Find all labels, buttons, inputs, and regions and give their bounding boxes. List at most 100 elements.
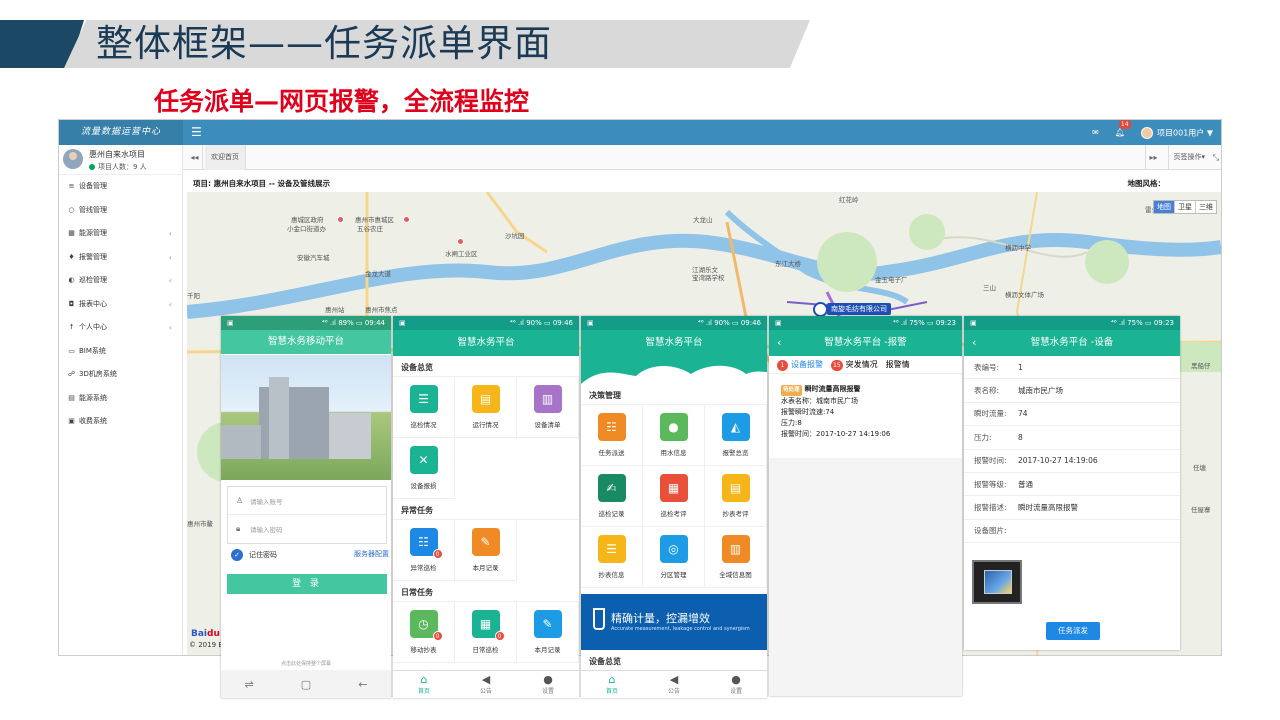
field-label: 表名称: xyxy=(974,386,1000,396)
feature-tile[interactable]: ✍ 巡检记录 xyxy=(581,466,643,527)
fullscreen-icon[interactable]: ⤡ xyxy=(1213,145,1219,170)
bottom-nav-item[interactable]: ◀ 公告 xyxy=(455,671,517,698)
sidebar-item[interactable]: ♦ 报警管理 ‹ xyxy=(59,246,182,270)
bell-icon[interactable]: 🔔︎ 14 xyxy=(1115,120,1131,137)
alarm-detail-line: 压力:8 xyxy=(781,419,802,427)
map-type-option[interactable]: 卫星 xyxy=(1174,201,1195,213)
map-pin-icon[interactable] xyxy=(337,216,344,223)
alarm-card[interactable]: 待处理 瞬时流量高限报警 水表名称：城南市民广场 报警瞬时流速:74 压力:8 报警时间… xyxy=(775,380,956,444)
bottom-nav-item[interactable]: ◀ 公告 xyxy=(643,671,705,698)
feature-tile[interactable]: ▦ 巡检考评 xyxy=(643,466,705,527)
bottom-nav-item[interactable]: ⌂ 首页 xyxy=(581,671,643,698)
glyph-icon: ▦ xyxy=(479,617,492,631)
feature-tile[interactable]: ▦ 0 日常巡检 xyxy=(455,602,517,663)
status-bar: ▣ ⁴⁶ .ıl 75% ▭ 09:23 xyxy=(769,316,962,330)
device-field-row: 瞬时流量: 74 xyxy=(964,403,1180,427)
remember-password-checkbox[interactable]: ✓ 记住密码 xyxy=(231,549,277,561)
sidebar-item[interactable]: ▦ 能源管理 ‹ xyxy=(59,222,182,246)
sidebar-item[interactable]: ☨ 个人中心 ‹ xyxy=(59,316,182,340)
sidebar-item[interactable]: ◐ 巡检管理 ‹ xyxy=(59,269,182,293)
alarm-tab[interactable]: 报警情 xyxy=(886,359,910,370)
sidebar-item[interactable]: ▤ 能源系统 xyxy=(59,387,182,411)
alarm-tab[interactable]: 15 突发情况 xyxy=(831,359,878,371)
sidebar-item[interactable]: ○ 管线管理 xyxy=(59,199,182,223)
feature-tile[interactable]: ▥ 设备清单 xyxy=(517,377,579,438)
home-icon[interactable]: ▢ xyxy=(301,678,311,691)
feature-tile[interactable]: ▥ 全域信息图 xyxy=(705,527,767,588)
top-header: 流量数据运营中心 ☰ ✉ 🔔︎ 14 项目001用户 ▼ xyxy=(59,120,1221,145)
pending-tag: 待处理 xyxy=(781,385,802,396)
back-arrow-icon[interactable]: ‹ xyxy=(972,330,976,356)
feature-icon: ☷ 0 xyxy=(409,528,443,559)
tab-next-button[interactable]: ▸▸ xyxy=(1145,145,1161,170)
feature-icon: ☰ xyxy=(409,385,438,413)
map-type-option[interactable]: 地图 xyxy=(1154,201,1174,213)
bottom-nav-item[interactable]: ● 设置 xyxy=(517,671,579,698)
map-label: 横沥文体广场 xyxy=(1005,291,1044,299)
feature-tile[interactable]: ☷ 任务派送 xyxy=(581,405,643,466)
user-menu[interactable]: 项目001用户 ▼ xyxy=(1141,126,1213,139)
feature-tile[interactable]: ◎ 分区管理 xyxy=(643,527,705,588)
feature-tile[interactable]: ▤ 运行情况 xyxy=(455,377,517,438)
feature-icon: ✍ xyxy=(597,474,626,502)
feature-tile[interactable]: ◷ 0 移动抄表 xyxy=(393,602,455,663)
lock-icon: 🔒︎ xyxy=(236,524,241,533)
section-title: 日常任务 xyxy=(401,588,433,597)
map-type-option[interactable]: 三维 xyxy=(1195,201,1216,213)
sidebar-item[interactable]: ◘ 报表中心 ‹ xyxy=(59,293,182,317)
count-badge: 0 xyxy=(432,631,443,641)
feature-tile[interactable]: ☰ 巡检情况 xyxy=(393,377,455,438)
company-marker[interactable]: 南旋毛纺有限公司 xyxy=(813,302,891,317)
bottom-nav-item[interactable]: ⌂ 首页 xyxy=(393,671,455,698)
feature-tile[interactable]: ☷ 0 异常巡检 xyxy=(393,520,455,581)
server-config-link[interactable]: 服务器配置 xyxy=(354,549,389,559)
login-button[interactable]: 登 录 xyxy=(227,574,387,594)
sidebar-item[interactable]: ▣ 收费系统 xyxy=(59,410,182,434)
nav-icon: ◀ xyxy=(481,673,491,686)
mail-icon[interactable]: ✉ xyxy=(1092,128,1099,137)
back-arrow-icon[interactable]: ‹ xyxy=(777,330,781,356)
feature-icon: ☷ xyxy=(597,413,626,441)
glyph-icon: ▥ xyxy=(729,542,742,556)
status-bar: ▣ ⁴⁶ .ıl 89% ▭ 09:44 xyxy=(221,316,391,330)
device-photo[interactable] xyxy=(972,560,1022,604)
status-bar: ▣ ⁴⁶ .ıl 90% ▭ 09:46 xyxy=(393,316,579,330)
feature-tile[interactable]: ✎ 本月记录 xyxy=(455,520,517,581)
map-label: 惠州站 xyxy=(325,306,345,314)
bottom-nav-item[interactable]: ● 设置 xyxy=(705,671,767,698)
sidebar-item[interactable]: ≡ 设备管理 xyxy=(59,175,182,199)
tab-welcome[interactable]: 欢迎首页 xyxy=(205,145,246,170)
password-input[interactable]: 🔒︎ 请输入密码 xyxy=(228,515,386,543)
sidebar-item[interactable]: ☍ 3D机房系统 xyxy=(59,363,182,387)
slide-title: 整体框架——任务派单界面 xyxy=(96,22,552,65)
recent-apps-icon[interactable]: ⇌ xyxy=(245,678,254,691)
feature-label: 异常巡检 xyxy=(410,564,437,572)
app-logo[interactable]: 流量数据运营中心 xyxy=(59,120,183,145)
glyph-icon: ◷ xyxy=(418,617,429,631)
feature-tile[interactable]: ✎ 本月记录 xyxy=(517,602,579,663)
feature-icon: ▤ xyxy=(721,474,750,502)
tab-operations-menu[interactable]: 页签操作▾ xyxy=(1168,145,1205,170)
map-label: 金玉电子厂 xyxy=(875,276,908,284)
tab-prev-button[interactable]: ◂◂ xyxy=(187,145,203,170)
glyph-icon: ✎ xyxy=(480,535,491,549)
feature-icon: ▦ 0 xyxy=(471,610,505,641)
account-input[interactable]: ♙ 请输入账号 xyxy=(228,487,386,515)
feature-tile[interactable]: ◭ 报警总览 xyxy=(705,405,767,466)
dispatch-button[interactable]: 任务派发 xyxy=(1046,622,1100,640)
field-value: 8 xyxy=(1018,432,1023,442)
status-bar: ▣ ⁴⁶ .ıl 90% ▭ 09:46 xyxy=(581,316,767,330)
feature-tile[interactable]: ☰ 抄表信息 xyxy=(581,527,643,588)
feature-tile[interactable]: ▤ 抄表考评 xyxy=(705,466,767,527)
menu-icon[interactable]: ☰ xyxy=(191,125,202,139)
sidebar-item[interactable]: ▭ BIM系统 xyxy=(59,340,182,364)
map-pin-icon[interactable] xyxy=(403,216,410,223)
feature-tile[interactable]: ● 用水信息 xyxy=(643,405,705,466)
nav-icon: ▦ xyxy=(68,229,75,237)
back-icon[interactable]: ← xyxy=(358,678,367,691)
map-pin-icon[interactable] xyxy=(457,238,464,245)
feature-icon: ✎ xyxy=(471,528,500,556)
alarm-tab[interactable]: 1 设备报警 xyxy=(777,359,823,371)
feature-tile[interactable]: ✕ 设备报损 xyxy=(393,438,455,499)
user-icon: ♙ xyxy=(236,496,244,505)
